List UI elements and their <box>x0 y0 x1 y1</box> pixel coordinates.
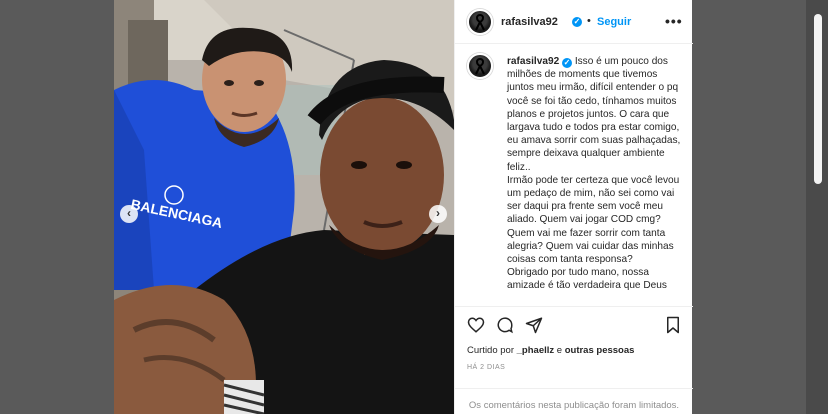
avatar[interactable] <box>467 9 493 35</box>
caption-avatar[interactable] <box>467 53 493 79</box>
post-caption: rafasilva92 ✓ Isso é um pouco dos milhõe… <box>507 55 683 293</box>
share-icon[interactable] <box>525 316 543 334</box>
bookmark-icon[interactable] <box>665 316 681 334</box>
post-actions-bar <box>455 306 693 346</box>
liked-prefix: Curtido por <box>467 345 514 356</box>
post-header: rafasilva92 ✓ • Seguir ••• <box>455 0 693 44</box>
page-scrollbar-thumb[interactable] <box>814 14 822 184</box>
comment-icon[interactable] <box>496 316 514 334</box>
photo-illustration: BALENCIAGA <box>114 0 454 414</box>
separator-dot: • <box>587 15 591 27</box>
verified-badge-icon: ✓ <box>572 17 582 27</box>
heart-icon[interactable] <box>467 316 485 334</box>
liked-connector: e <box>556 345 563 356</box>
carousel-indicator <box>274 407 309 414</box>
caption-scroll-area[interactable]: rafasilva92 ✓ Isso é um pouco dos milhõe… <box>455 45 693 305</box>
page-scrollbar[interactable] <box>806 0 828 414</box>
more-options-icon[interactable]: ••• <box>665 13 683 29</box>
post-photo[interactable]: BALENCIAGA ‹ › <box>114 0 454 414</box>
post-timestamp[interactable]: HÁ 2 DIAS <box>467 364 505 371</box>
caption-text: Isso é um pouco dos milhões de moments q… <box>507 56 681 292</box>
mourning-ribbon-icon <box>475 57 485 75</box>
liked-others-link[interactable]: outras pessoas <box>565 345 635 356</box>
likes-summary: Curtido por _phaellz e outras pessoas <box>467 345 634 356</box>
mourning-ribbon-icon <box>475 13 485 31</box>
follow-button[interactable]: Seguir <box>597 16 631 28</box>
chevron-left-icon[interactable]: ‹ <box>120 205 138 223</box>
comments-limited-notice: Os comentários nesta publicação foram li… <box>455 388 693 414</box>
post-side-panel: rafasilva92 ✓ • Seguir ••• rafasilva92 ✓… <box>454 0 693 414</box>
verified-badge-icon: ✓ <box>562 58 573 68</box>
post-dialog: BALENCIAGA ‹ › rafasilva92 ✓ • Seguir ••… <box>114 0 693 414</box>
liked-user-link[interactable]: _phaellz <box>517 345 555 356</box>
chevron-right-icon[interactable]: › <box>429 205 447 223</box>
caption-username[interactable]: rafasilva92 <box>507 56 559 67</box>
header-username[interactable]: rafasilva92 <box>501 16 558 28</box>
